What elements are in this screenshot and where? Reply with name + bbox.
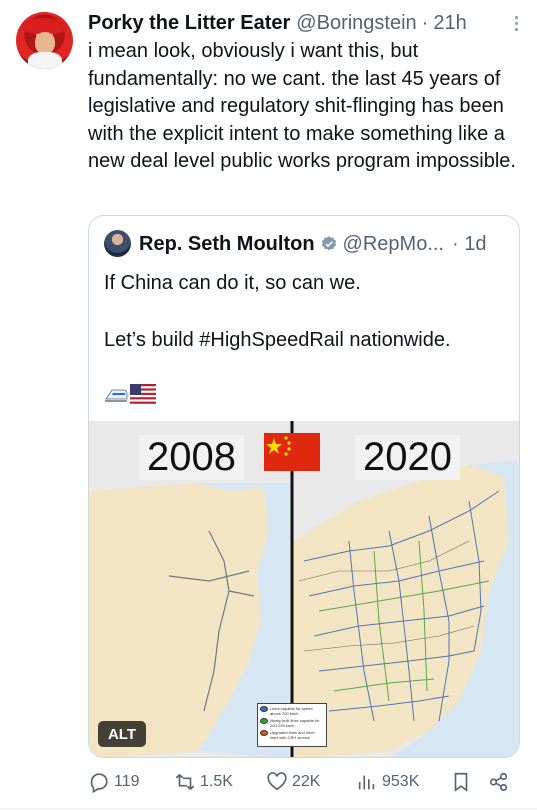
year-label-2020: 2020 xyxy=(355,435,460,480)
bookmark-button[interactable] xyxy=(450,771,472,793)
share-button[interactable] xyxy=(488,771,510,793)
us-flag-icon xyxy=(130,384,156,404)
author-avatar[interactable] xyxy=(16,12,73,69)
heart-icon xyxy=(267,772,287,791)
separator-dot: · xyxy=(421,11,429,34)
tweet-actions-bar: 119 1.5K 22K 953K xyxy=(88,768,518,796)
quote-text-line-1: If China can do it, so can we. xyxy=(104,272,361,294)
tweet-time[interactable]: 21h xyxy=(433,12,466,35)
quote-author-handle[interactable]: @RepMo... xyxy=(343,233,444,256)
tweet-text: i mean look, obviously i want this, but … xyxy=(88,40,516,172)
reply-count: 119 xyxy=(114,773,140,790)
retweet-count: 1.5K xyxy=(200,773,233,790)
quote-author-name[interactable]: Rep. Seth Moulton xyxy=(139,233,315,256)
reply-button[interactable]: 119 xyxy=(88,771,140,793)
year-label-2008: 2008 xyxy=(139,435,244,480)
alt-text-badge[interactable]: ALT xyxy=(98,721,146,747)
quote-author-avatar[interactable] xyxy=(104,230,131,257)
bullet-train-icon xyxy=(105,389,128,402)
share-icon xyxy=(489,772,508,792)
quote-time[interactable]: · 1d xyxy=(452,233,486,256)
view-count: 953K xyxy=(382,773,420,790)
author-name[interactable]: Porky the Litter Eater xyxy=(88,12,290,35)
china-flag-icon xyxy=(264,433,320,471)
legend-item-1: Lines capable for speed above 200 km/h xyxy=(270,706,313,716)
views-button[interactable]: 953K xyxy=(356,771,419,793)
legend-item-3: Upgraded lines and other lines with CRH … xyxy=(270,730,315,740)
retweet-button[interactable]: 1.5K xyxy=(174,771,233,793)
like-button[interactable]: 22K xyxy=(266,771,320,793)
views-bar-icon xyxy=(358,775,375,790)
bookmark-icon xyxy=(454,772,468,792)
tweet-divider xyxy=(0,808,537,809)
verified-badge-icon xyxy=(321,236,336,251)
author-handle[interactable]: @Boringstein xyxy=(296,12,416,35)
china-rail-map-image[interactable]: 2008 2020 Lines capable for speed above … xyxy=(89,421,519,757)
like-count: 22K xyxy=(292,773,321,790)
retweet-icon xyxy=(175,774,195,790)
more-dots-icon[interactable] xyxy=(509,14,523,34)
emoji-group xyxy=(104,384,156,406)
tweet-header: Porky the Litter Eater @Boringstein · 21… xyxy=(88,10,521,36)
quote-text-line-2: Let’s build #HighSpeedRail nationwide. xyxy=(104,329,451,351)
quoted-tweet[interactable]: Rep. Seth Moulton @RepMo... · 1d If Chin… xyxy=(88,215,520,758)
legend-item-2: Newly built lines capable for 200-295 km… xyxy=(270,718,320,728)
map-legend: Lines capable for speed above 200 km/h N… xyxy=(257,703,327,747)
reply-icon xyxy=(90,773,108,793)
quote-header: Rep. Seth Moulton @RepMo... · 1d xyxy=(139,230,507,258)
